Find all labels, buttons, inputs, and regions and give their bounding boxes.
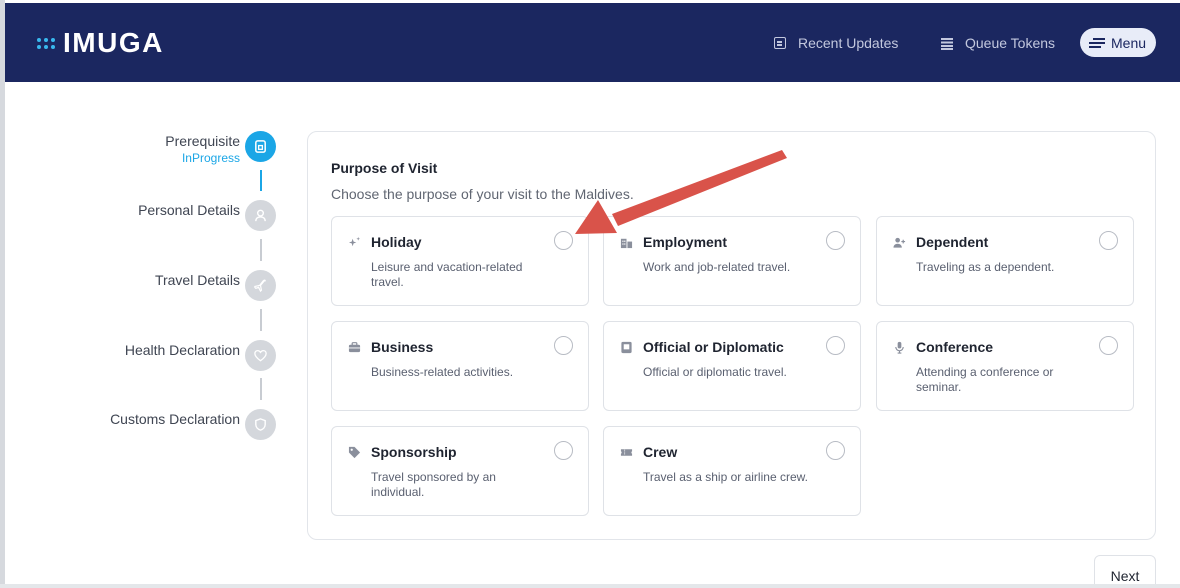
section-title: Purpose of Visit bbox=[331, 160, 438, 176]
option-title: Official or Diplomatic bbox=[643, 339, 784, 355]
option-description: Work and job-related travel. bbox=[643, 260, 791, 274]
step-travel-details: Travel Details bbox=[20, 272, 240, 288]
menu-button[interactable]: Menu bbox=[1080, 28, 1156, 57]
recent-updates-link[interactable]: Recent Updates bbox=[774, 35, 898, 51]
option-official-or-diplomatic[interactable]: Official or Diplomatic Official or diplo… bbox=[603, 321, 861, 411]
option-description: Leisure and vacation-related travel. bbox=[371, 260, 523, 289]
official-radio[interactable] bbox=[826, 336, 845, 355]
badge-icon bbox=[621, 341, 632, 354]
step-label: Prerequisite bbox=[165, 133, 240, 149]
menu-label: Menu bbox=[1111, 34, 1147, 51]
queue-tokens-label: Queue Tokens bbox=[965, 35, 1056, 51]
step-label: Customs Declaration bbox=[110, 411, 240, 427]
step-connector bbox=[260, 239, 262, 261]
option-holiday[interactable]: Holiday Leisure and vacation-related tra… bbox=[331, 216, 589, 306]
sparkles-icon bbox=[348, 236, 361, 247]
step-connector bbox=[260, 170, 262, 191]
top-navbar: IMUGA Recent Updates Queue Tokens Menu bbox=[5, 3, 1180, 82]
option-business[interactable]: Business Business-related activities. bbox=[331, 321, 589, 411]
option-title: Employment bbox=[643, 234, 728, 250]
newspaper-icon bbox=[774, 37, 786, 49]
option-title: Conference bbox=[916, 339, 994, 355]
step-label: Personal Details bbox=[138, 202, 240, 218]
briefcase-icon bbox=[348, 342, 361, 353]
option-description: Business-related activities. bbox=[371, 365, 514, 379]
step-connector bbox=[260, 309, 262, 331]
step-prerequisite: Prerequisite InProgress bbox=[20, 133, 240, 165]
option-description: Official or diplomatic travel. bbox=[643, 365, 787, 379]
option-employment[interactable]: Employment Work and job-related travel. bbox=[603, 216, 861, 306]
step-health-declaration: Health Declaration bbox=[20, 342, 240, 358]
option-description: Attending a conference or seminar. bbox=[916, 365, 1054, 394]
option-description: Traveling as a dependent. bbox=[916, 260, 1055, 274]
queue-tokens-link[interactable]: Queue Tokens bbox=[941, 35, 1055, 51]
heart-icon bbox=[245, 340, 276, 371]
holiday-radio[interactable] bbox=[554, 231, 573, 250]
logo-dots-icon bbox=[37, 37, 55, 49]
sponsorship-radio[interactable] bbox=[554, 441, 573, 460]
employment-radio[interactable] bbox=[826, 231, 845, 250]
option-dependent[interactable]: Dependent Traveling as a dependent. bbox=[876, 216, 1134, 306]
shield-icon bbox=[245, 409, 276, 440]
conference-radio[interactable] bbox=[1099, 336, 1118, 355]
step-label: Travel Details bbox=[154, 272, 240, 288]
tag-icon bbox=[348, 446, 361, 459]
person-icon bbox=[245, 200, 276, 231]
crew-radio[interactable] bbox=[826, 441, 845, 460]
step-status: InProgress bbox=[181, 151, 240, 165]
step-customs-declaration: Customs Declaration bbox=[20, 411, 240, 427]
logo-text: IMUGA bbox=[63, 27, 164, 58]
ticket-icon bbox=[620, 449, 633, 456]
user-plus-icon bbox=[893, 237, 906, 248]
document-icon bbox=[245, 131, 276, 162]
dependent-radio[interactable] bbox=[1099, 231, 1118, 250]
option-title: Holiday bbox=[371, 234, 422, 250]
option-crew[interactable]: Crew Travel as a ship or airline crew. bbox=[603, 426, 861, 516]
option-title: Crew bbox=[643, 444, 678, 460]
option-description: Travel sponsored by an individual. bbox=[371, 470, 496, 499]
option-title: Sponsorship bbox=[371, 444, 457, 460]
bottom-edge bbox=[0, 584, 1180, 588]
section-subtitle: Choose the purpose of your visit to the … bbox=[331, 186, 634, 202]
step-connector bbox=[260, 378, 262, 400]
option-conference[interactable]: Conference Attending a conference or sem… bbox=[876, 321, 1134, 411]
building-icon bbox=[620, 238, 633, 249]
list-icon bbox=[941, 37, 953, 49]
window-edge bbox=[0, 0, 5, 588]
option-description: Travel as a ship or airline crew. bbox=[643, 470, 808, 484]
purpose-of-visit-card: Purpose of Visit Choose the purpose of y… bbox=[307, 131, 1156, 540]
recent-updates-label: Recent Updates bbox=[798, 35, 899, 51]
step-personal-details: Personal Details bbox=[20, 202, 240, 218]
plane-icon bbox=[245, 270, 276, 301]
business-radio[interactable] bbox=[554, 336, 573, 355]
logo[interactable]: IMUGA bbox=[37, 27, 164, 59]
menu-icon bbox=[1089, 37, 1105, 49]
microphone-icon bbox=[895, 341, 904, 354]
step-label: Health Declaration bbox=[124, 342, 240, 358]
option-sponsorship[interactable]: Sponsorship Travel sponsored by an indiv… bbox=[331, 426, 589, 516]
option-title: Dependent bbox=[916, 234, 989, 250]
option-title: Business bbox=[371, 339, 434, 355]
